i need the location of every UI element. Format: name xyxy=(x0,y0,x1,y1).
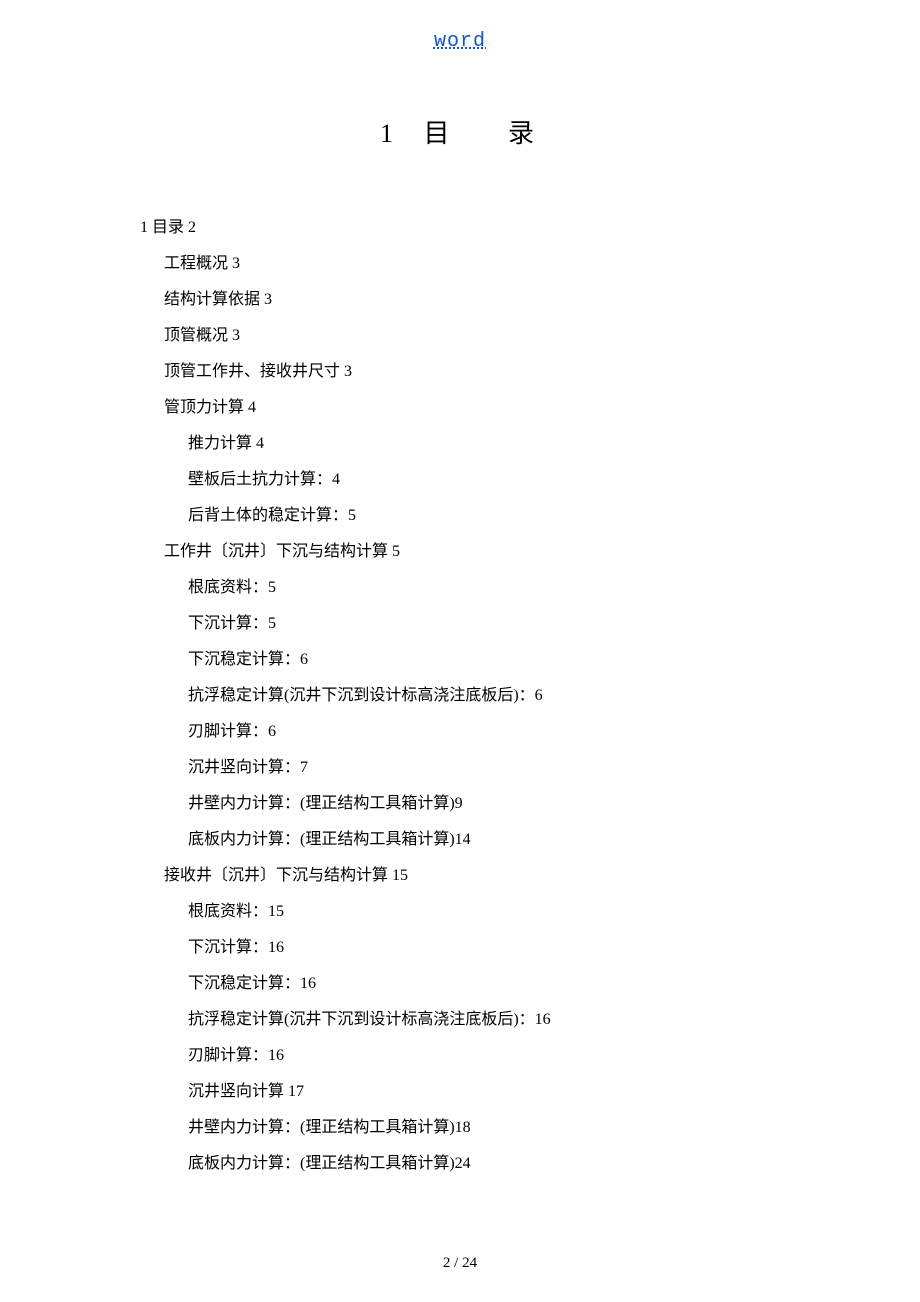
word-link[interactable]: word xyxy=(434,30,486,53)
toc-entry: 下沉稳定计算：6 xyxy=(140,642,820,678)
toc-entry: 下沉计算：5 xyxy=(140,606,820,642)
title-number: 1 xyxy=(380,119,399,148)
header-link-wrap: word xyxy=(100,30,820,53)
toc-entry: 壁板后土抗力计算：4 xyxy=(140,462,820,498)
toc-entry: 根底资料：5 xyxy=(140,570,820,606)
toc-entry: 底板内力计算：(理正结构工具箱计算)14 xyxy=(140,822,820,858)
toc-entry: 井壁内力计算：(理正结构工具箱计算)18 xyxy=(140,1110,820,1146)
toc-entry: 推力计算 4 xyxy=(140,426,820,462)
toc-entry: 抗浮稳定计算(沉井下沉到设计标高浇注底板后)：16 xyxy=(140,1002,820,1038)
title-char-mu: 目 xyxy=(423,119,455,148)
toc-entry: 1 目录 2 xyxy=(140,210,820,246)
toc-entry: 根底资料：15 xyxy=(140,894,820,930)
toc-entry: 工程概况 3 xyxy=(140,246,820,282)
toc-entry: 沉井竖向计算：7 xyxy=(140,750,820,786)
toc-entry: 下沉稳定计算：16 xyxy=(140,966,820,1002)
toc-entry: 接收井〔沉井〕下沉与结构计算 15 xyxy=(140,858,820,894)
page-title: 1 目 录 xyxy=(100,113,820,150)
toc-entry: 顶管概况 3 xyxy=(140,318,820,354)
toc-entry: 顶管工作井、接收井尺寸 3 xyxy=(140,354,820,390)
page-footer: 2 / 24 xyxy=(0,1255,920,1272)
toc-entry: 下沉计算：16 xyxy=(140,930,820,966)
table-of-contents: 1 目录 2 工程概况 3 结构计算依据 3 顶管概况 3 顶管工作井、接收井尺… xyxy=(140,210,820,1182)
toc-entry: 刃脚计算：16 xyxy=(140,1038,820,1074)
toc-entry: 工作井〔沉井〕下沉与结构计算 5 xyxy=(140,534,820,570)
toc-entry: 后背土体的稳定计算：5 xyxy=(140,498,820,534)
toc-entry: 底板内力计算：(理正结构工具箱计算)24 xyxy=(140,1146,820,1182)
toc-entry: 管顶力计算 4 xyxy=(140,390,820,426)
toc-entry: 结构计算依据 3 xyxy=(140,282,820,318)
page-indicator: 2 / 24 xyxy=(443,1255,477,1271)
toc-entry: 刃脚计算：6 xyxy=(140,714,820,750)
title-char-lu: 录 xyxy=(508,119,540,148)
toc-entry: 沉井竖向计算 17 xyxy=(140,1074,820,1110)
toc-entry: 井壁内力计算：(理正结构工具箱计算)9 xyxy=(140,786,820,822)
toc-entry: 抗浮稳定计算(沉井下沉到设计标高浇注底板后)：6 xyxy=(140,678,820,714)
